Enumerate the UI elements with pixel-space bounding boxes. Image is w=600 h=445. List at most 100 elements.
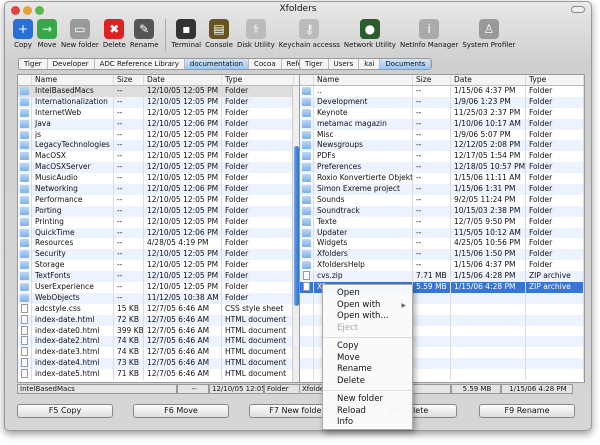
left-path-tab-developer[interactable]: Developer: [48, 59, 95, 69]
right-column-header-size[interactable]: Size: [413, 75, 451, 85]
left-file-row[interactable]: LegacyTechnologies -- 12/10/05 12:05 PM Fol…: [18, 140, 299, 152]
left-column-header-name[interactable]: Name: [32, 75, 114, 85]
toolbar-rename-button[interactable]: ✎ Rename: [128, 19, 161, 51]
left-file-row[interactable]: Performance -- 12/10/05 12:05 PM Folder: [18, 194, 299, 206]
right-path-tab-tiger[interactable]: Tiger: [300, 59, 329, 69]
right-file-row[interactable]: Roxio Konvertierte Objekte -- 1/15/06 11:1…: [300, 173, 584, 185]
left-file-row[interactable]: InternetWeb -- 12/10/05 12:05 PM Folder: [18, 107, 299, 119]
left-file-date: 12/7/05 6:46 AM: [144, 303, 222, 315]
left-file-size: --: [114, 173, 144, 185]
right-file-row[interactable]: XfoldersHelp -- 1/15/06 4:37 PM Folder: [300, 260, 584, 272]
left-file-row[interactable]: index-date3.html 74 KB 12/7/05 6:46 AM HTML…: [18, 347, 299, 359]
left-file-size: --: [114, 184, 144, 195]
right-file-row[interactable]: Updater -- 11/5/05 10:12 AM Folder: [300, 227, 584, 239]
left-file-row[interactable]: js -- 12/10/05 12:05 PM Folder: [18, 129, 299, 141]
left-column-header-date[interactable]: Date: [144, 75, 222, 85]
menu-item-reload[interactable]: Reload: [323, 406, 412, 418]
left-file-row[interactable]: Porting -- 12/10/05 12:05 PM Folder: [18, 205, 299, 217]
left-file-row[interactable]: Resources -- 4/28/05 4:19 PM Folder: [18, 238, 299, 250]
toolbar-console-button[interactable]: ▤ Console: [203, 19, 235, 51]
right-file-row[interactable]: Soundtrack -- 10/15/03 2:38 PM Folder: [300, 205, 584, 217]
xfolders-window: Xfolders + Copy → Move ▭ New folder ✖ Delete ✎ Re…: [4, 1, 592, 431]
toolbar-disk-utility-button[interactable]: ⚕ Disk Utility: [235, 19, 277, 51]
left-path-tab-documentation[interactable]: documentation: [184, 59, 249, 69]
right-path-tab-users[interactable]: Users: [329, 59, 360, 69]
left-file-row[interactable]: MusicAudio -- 12/10/05 12:05 PM Folder: [18, 173, 299, 185]
left-file-row[interactable]: UserExperience -- 12/10/05 12:05 PM Folder: [18, 282, 299, 293]
f5-copy-button[interactable]: F5 Copy: [17, 404, 113, 418]
left-file-row[interactable]: QuickTime -- 12/10/05 12:06 PM Folder: [18, 227, 299, 239]
toolbar-new-folder-button[interactable]: ▭ New folder: [59, 19, 101, 51]
left-file-size: --: [114, 238, 144, 250]
left-file-row[interactable]: index-date0.html 399 KB 12/7/05 6:46 AM HTM…: [18, 325, 299, 337]
right-file-type: Folder: [526, 162, 584, 174]
left-file-row[interactable]: index-date2.html 74 KB 12/7/05 6:46 AM HTML…: [18, 336, 299, 348]
left-path-tab-adc-reference-library[interactable]: ADC Reference Library: [95, 59, 185, 69]
f6-move-button[interactable]: F6 Move: [133, 404, 229, 418]
right-column-header-date[interactable]: Date: [451, 75, 526, 85]
left-file-row[interactable]: IntelBasedMacs -- 12/10/05 12:05 PM Folder: [18, 86, 299, 97]
right-column-header-name[interactable]: Name: [314, 75, 413, 85]
right-file-row[interactable]: Widgets -- 4/25/05 10:56 PM Folder: [300, 238, 584, 250]
toolbar-terminal-button[interactable]: ▪ Terminal: [170, 19, 204, 51]
toolbar-toggle-button[interactable]: [571, 6, 585, 13]
right-file-size: --: [413, 96, 451, 108]
right-file-row[interactable]: .. -- 1/15/06 4:37 PM Folder: [300, 86, 584, 97]
right-file-row[interactable]: Newsgroups -- 12/12/05 2:08 PM Folder: [300, 140, 584, 152]
menu-item-open-with[interactable]: Open with ▶: [323, 300, 412, 312]
left-file-row[interactable]: Security -- 12/10/05 12:05 PM Folder: [18, 249, 299, 261]
left-file-row[interactable]: TextFonts -- 12/10/05 12:05 PM Folder: [18, 271, 299, 283]
left-path-tab-cocoa[interactable]: Cocoa: [249, 59, 282, 69]
right-file-row[interactable]: Xfolders -- 1/15/06 1:50 PM Folder: [300, 249, 584, 261]
right-file-date: 10/15/03 2:38 PM: [451, 205, 526, 217]
left-file-row[interactable]: index-date5.html 71 KB 12/7/05 6:46 AM HTML…: [18, 369, 299, 381]
menu-item-info[interactable]: Info: [323, 417, 412, 429]
left-file-row[interactable]: MacOSXServer -- 12/10/05 12:05 PM Folder: [18, 162, 299, 174]
right-file-row[interactable]: Keynote -- 11/25/03 2:37 PM Folder: [300, 107, 584, 119]
left-scrollbar[interactable]: [292, 86, 299, 382]
right-file-row[interactable]: Misc -- 1/9/06 5:07 PM Folder: [300, 129, 584, 141]
left-file-row[interactable]: MacOSX -- 12/10/05 12:05 PM Folder: [18, 151, 299, 163]
menu-item-rename[interactable]: Rename: [323, 364, 412, 376]
left-file-row[interactable]: Networking -- 12/10/05 12:06 PM Folder: [18, 184, 299, 195]
left-file-row[interactable]: Printing -- 12/10/05 12:05 PM Folder: [18, 216, 299, 228]
toolbar-keychain-accesss-button[interactable]: ⚷ Keychain accesss: [277, 19, 342, 51]
left-file-row[interactable]: Internationalization -- 12/10/05 12:05 PM F…: [18, 96, 299, 108]
right-file-row[interactable]: Preferences -- 12/18/05 10:57 PM Folder: [300, 162, 584, 174]
toolbar-move-button[interactable]: → Move: [35, 19, 59, 51]
right-file-row[interactable]: Development -- 1/9/06 1:23 PM Folder: [300, 96, 584, 108]
document-icon: [18, 358, 32, 370]
toolbar-delete-button[interactable]: ✖ Delete: [101, 19, 128, 51]
menu-item-copy[interactable]: Copy: [323, 341, 412, 353]
menu-item-move[interactable]: Move: [323, 353, 412, 365]
toolbar-label: New folder: [61, 41, 99, 49]
right-column-header-type[interactable]: Type: [526, 75, 584, 85]
toolbar-network-utility-button[interactable]: ● Network Utility: [342, 19, 398, 51]
toolbar-copy-button[interactable]: + Copy: [11, 19, 35, 51]
left-file-row[interactable]: index-date4.html 73 KB 12/7/05 6:46 AM HTML…: [18, 358, 299, 370]
toolbar-system-profiler-button[interactable]: ♙ System Profiler: [460, 19, 517, 51]
menu-item-delete[interactable]: Delete: [323, 376, 412, 388]
left-column-header-size[interactable]: Size: [114, 75, 144, 85]
right-file-row[interactable]: PDFs -- 12/17/05 1:54 PM Folder: [300, 151, 584, 163]
menu-item-new-folder[interactable]: New folder: [323, 394, 412, 406]
left-file-row[interactable]: Storage -- 12/10/05 12:05 PM Folder: [18, 260, 299, 272]
left-file-row[interactable]: adcstyle.css 15 KB 12/7/05 6:46 AM CSS styl…: [18, 303, 299, 315]
right-path-tab-kai[interactable]: kai: [359, 59, 381, 69]
right-file-row[interactable]: Texte -- 12/7/05 9:50 PM Folder: [300, 216, 584, 228]
left-file-row[interactable]: WebObjects -- 11/12/05 10:38 AM Folder: [18, 292, 299, 304]
right-file-row[interactable]: cvs.zip 7.71 MB 1/15/06 4:28 PM ZIP archive: [300, 271, 584, 283]
menu-item-open-with[interactable]: Open with...: [323, 311, 412, 323]
toolbar-netinfo-manager-button[interactable]: i NetInfo Manager: [398, 19, 460, 51]
f9-rename-button[interactable]: F9 Rename: [479, 404, 575, 418]
right-file-type: Folder: [526, 184, 584, 195]
left-file-row[interactable]: Java -- 12/10/05 12:06 PM Folder: [18, 118, 299, 130]
menu-item-open[interactable]: Open: [323, 288, 412, 300]
left-path-tab-tiger[interactable]: Tiger: [19, 59, 48, 69]
left-column-header-type[interactable]: Type: [222, 75, 294, 85]
left-file-row[interactable]: index-date.html 72 KB 12/7/05 6:46 AM HTML …: [18, 314, 299, 326]
right-file-row[interactable]: metamac magazin -- 1/10/06 10:17 AM Folder: [300, 118, 584, 130]
right-file-row[interactable]: Sounds -- 9/2/05 11:24 PM Folder: [300, 194, 584, 206]
right-file-row[interactable]: Simon Exreme project -- 1/15/06 1:31 PM Fol…: [300, 184, 584, 195]
right-path-tab-documents[interactable]: Documents: [380, 59, 432, 69]
